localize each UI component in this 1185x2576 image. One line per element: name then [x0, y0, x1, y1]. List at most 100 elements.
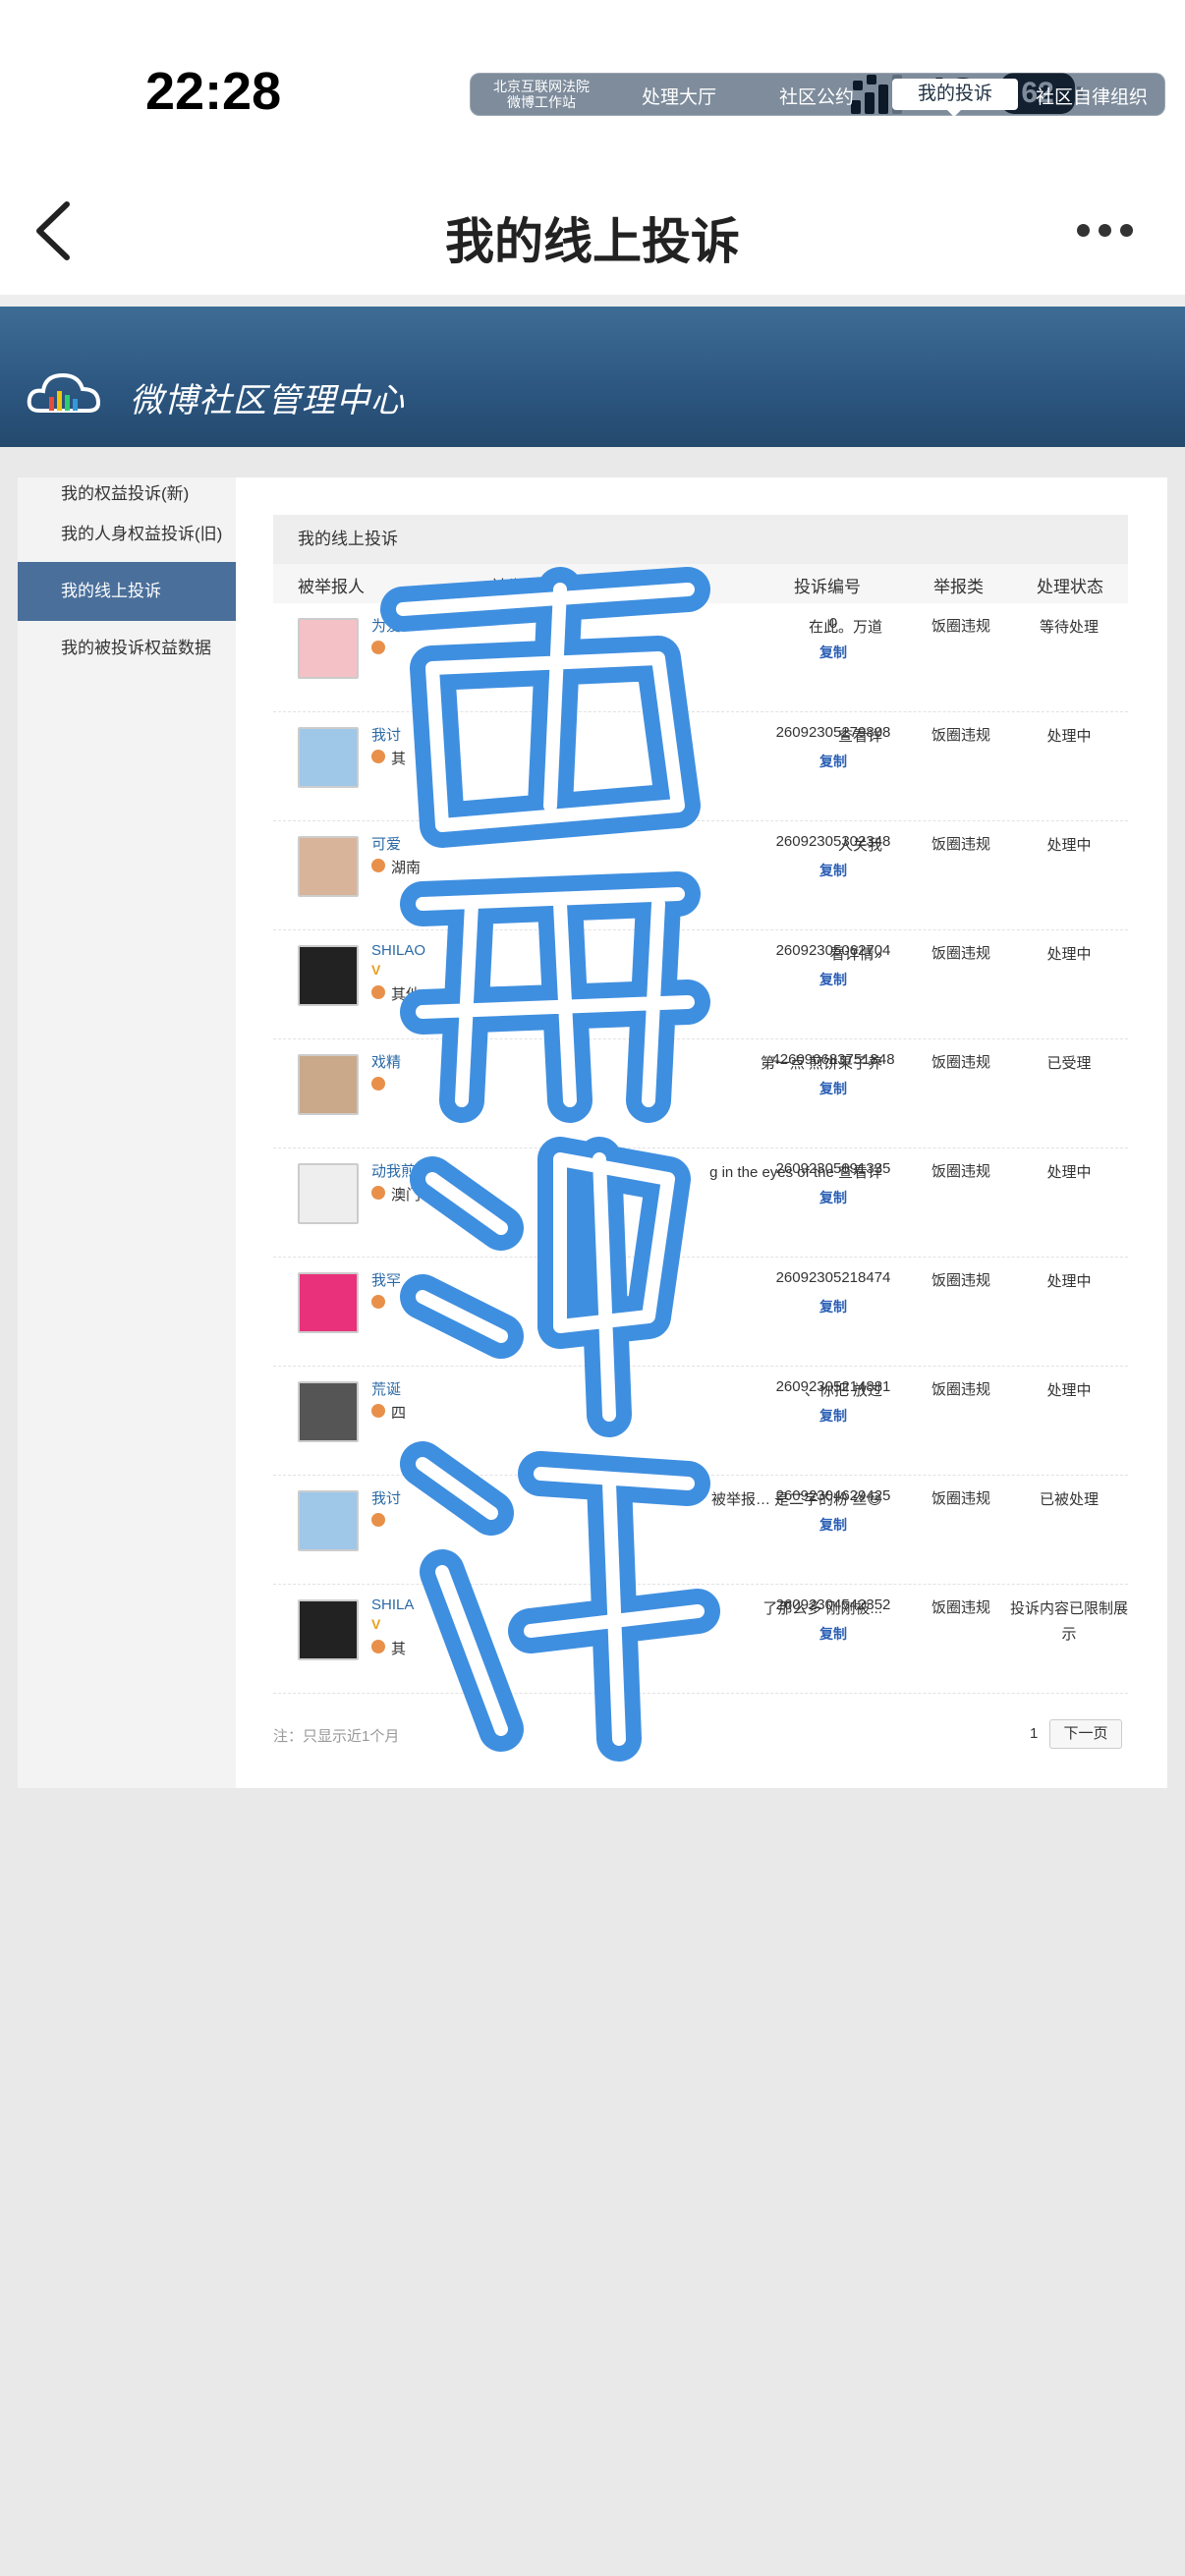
footer-note: 注：只显示近1个月: [273, 1728, 400, 1745]
complaints-content: 我的线上投诉 被举报人 被举报内容与说明 投诉编号 举报类 处理状态 为爱 在此。…: [273, 515, 1128, 1694]
user-icon: [371, 1513, 385, 1527]
avatar[interactable]: [298, 1599, 359, 1660]
sidebar-item-complained-data[interactable]: 我的被投诉权益数据: [18, 621, 236, 676]
report-category: 饭圈违规: [931, 1381, 990, 1398]
copy-button[interactable]: 复制: [760, 1406, 907, 1426]
user-icon: [371, 750, 385, 763]
tab-self-regulation[interactable]: 社区自律组织: [1028, 83, 1156, 109]
sidebar-item-online-complaints[interactable]: 我的线上投诉: [18, 562, 236, 621]
copy-button[interactable]: 复制: [760, 643, 907, 662]
court-station-link[interactable]: 北京互联网法院 微博工作站: [487, 79, 595, 110]
complaints-list: 为爱 在此。万道 0 复制 饭圈违规 等待处理 我讨其查看详 26092305279808 复制…: [273, 603, 1128, 1694]
copy-button[interactable]: 复制: [760, 970, 907, 989]
report-category: 饭圈违规: [931, 1490, 990, 1507]
reported-user-name[interactable]: 我罕: [371, 1269, 401, 1290]
reported-user-location: 其他: [391, 986, 422, 1003]
status-text: 处理中: [1046, 946, 1092, 963]
avatar[interactable]: [298, 1163, 359, 1224]
copy-button[interactable]: 复制: [760, 1297, 907, 1316]
cloud-logo-icon: [27, 372, 101, 413]
report-category: 饭圈违规: [931, 727, 990, 744]
copy-button[interactable]: 复制: [760, 1624, 907, 1644]
col-category: 举报类: [933, 578, 984, 596]
reported-user-name[interactable]: 我讨: [371, 1487, 401, 1508]
content-title: 我的线上投诉: [273, 515, 1128, 564]
active-tab-pointer: [947, 110, 961, 117]
copy-button[interactable]: 复制: [760, 861, 907, 880]
col-content: 被举报内容与说明: [491, 578, 625, 596]
user-icon: [371, 1077, 385, 1091]
report-category: 饭圈违规: [931, 1272, 990, 1289]
report-category: 饭圈违规: [931, 1054, 990, 1071]
user-icon: [371, 985, 385, 999]
user-icon: [371, 641, 385, 654]
case-number: 26092305062704: [775, 942, 891, 959]
table-row: 为爱 在此。万道 0 复制 饭圈违规 等待处理: [273, 603, 1128, 712]
court-line-2: 微博工作站: [507, 94, 576, 110]
sidebar-item-personal-rights-old[interactable]: 我的人身权益投诉(旧): [18, 507, 236, 562]
table-row: 可爱 湖南 人关我 26092305302348 复制 饭圈违规 处理中: [273, 821, 1128, 930]
status-text: 已被处理: [1039, 1491, 1099, 1508]
avatar[interactable]: [298, 727, 359, 788]
more-icon[interactable]: [1077, 224, 1146, 244]
tab-processing-hall[interactable]: 处理大厅: [615, 83, 743, 109]
reported-user-location: 澳门 其: [391, 1187, 440, 1204]
reported-user-name[interactable]: 为爱: [371, 615, 401, 636]
table-row: 我讨其查看详 26092305279808 复制 饭圈违规 处理中: [273, 712, 1128, 821]
avatar[interactable]: [298, 1381, 359, 1442]
avatar[interactable]: [298, 836, 359, 897]
avatar[interactable]: [298, 1054, 359, 1115]
next-page-button[interactable]: 下一页: [1049, 1719, 1122, 1749]
reported-user-name[interactable]: 我讨: [371, 724, 401, 745]
col-case-number: 投诉编号: [794, 578, 861, 596]
status-text: 处理中: [1046, 1273, 1092, 1290]
avatar[interactable]: [298, 945, 359, 1006]
user-icon: [371, 1404, 385, 1418]
table-row: 戏精 第一点 煎饼果子养 426090683751848 复制 饭圈违规 已受理: [273, 1039, 1128, 1148]
col-status: 处理状态: [1037, 578, 1103, 596]
table-row: SHILA V 其了那么多 刚刚被... 26092304542352 复制 饭圈违规 投诉…: [273, 1585, 1128, 1694]
table-row: SHILAO V 其他 看详情» 26092305062704 复制 饭圈违规 处理中: [273, 930, 1128, 1039]
reported-user-name[interactable]: 荒诞: [371, 1378, 401, 1399]
copy-button[interactable]: 复制: [760, 1188, 907, 1207]
reported-user-name[interactable]: 可爱: [371, 833, 401, 854]
case-number: 0: [828, 615, 838, 632]
page-number[interactable]: 1: [1030, 1725, 1038, 1742]
reported-user-location: 四: [391, 1405, 407, 1422]
sidebar-item-rights-new[interactable]: 我的权益投诉(新): [18, 477, 236, 511]
case-number: 26092304542352: [775, 1596, 891, 1613]
table-header: 被举报人 被举报内容与说明 投诉编号 举报类 处理状态: [273, 564, 1128, 603]
table-row: 我讨 被举报… 是二字的粉 丝😅 26092304629425 复制 饭圈违规 已被处理: [273, 1476, 1128, 1585]
sidebar: 我的权益投诉(新) 我的人身权益投诉(旧) 我的线上投诉 我的被投诉权益数据: [18, 477, 236, 1788]
user-icon: [371, 1640, 385, 1653]
tab-community-rules[interactable]: 社区公约: [753, 83, 880, 109]
case-number: 26092305214881: [775, 1378, 891, 1395]
user-icon: [371, 1186, 385, 1200]
reported-user-name[interactable]: SHILA: [371, 1596, 414, 1613]
tab-my-complaints[interactable]: 我的投诉: [892, 79, 1018, 110]
page-title: 我的线上投诉: [445, 214, 740, 269]
copy-button[interactable]: 复制: [760, 1079, 907, 1098]
table-row: 荒诞四、你把 放过 26092305214881 复制 饭圈违规 处理中: [273, 1367, 1128, 1476]
status-text: 投诉内容已限制展示: [1010, 1600, 1129, 1643]
table-row: 我罕 26092305218474 复制 饭圈违规 处理中: [273, 1258, 1128, 1367]
reported-user-name[interactable]: 动我煎蛋小: [371, 1160, 445, 1181]
col-reported-user: 被举报人: [298, 578, 365, 596]
copy-button[interactable]: 复制: [760, 1515, 907, 1535]
avatar[interactable]: [298, 1272, 359, 1333]
case-number: 426090683751848: [771, 1051, 895, 1068]
case-number: 26092305302348: [775, 833, 891, 850]
reported-user-name[interactable]: 戏精: [371, 1051, 401, 1072]
reported-user-name[interactable]: SHILAO: [371, 942, 425, 959]
report-category: 饭圈违规: [931, 945, 990, 962]
status-text: 处理中: [1046, 1382, 1092, 1399]
case-number: 26092305279808: [775, 724, 891, 741]
divider: [0, 295, 1185, 307]
nav-bar: 我的线上投诉: [0, 167, 1185, 295]
status-text: 处理中: [1046, 837, 1092, 854]
copy-button[interactable]: 复制: [760, 752, 907, 771]
avatar[interactable]: [298, 618, 359, 679]
report-category: 饭圈违规: [931, 1599, 990, 1616]
avatar[interactable]: [298, 1490, 359, 1551]
site-logo-text: 微博社区管理中心: [130, 382, 405, 420]
